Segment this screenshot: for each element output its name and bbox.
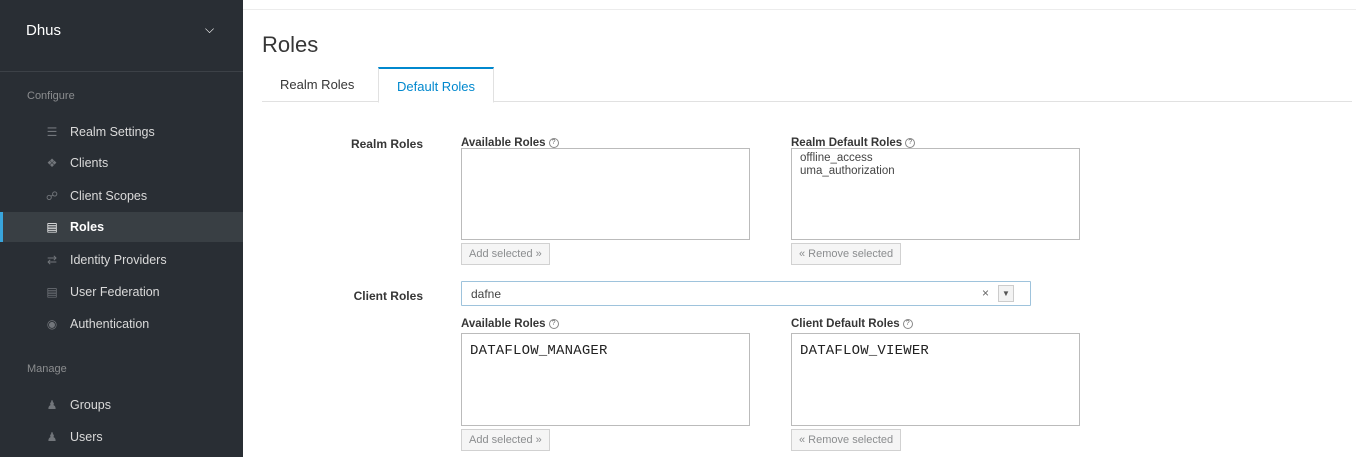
tab-default-roles[interactable]: Default Roles bbox=[378, 67, 495, 103]
page-title: Roles bbox=[262, 32, 319, 57]
sidebar-item-user-federation[interactable]: ▤ User Federation bbox=[0, 277, 243, 307]
sidebar-item-label: Groups bbox=[70, 398, 111, 412]
client-select-value: dafne bbox=[471, 287, 502, 301]
exchange-icon: ⇄ bbox=[46, 253, 58, 267]
sidebar-item-label: User Federation bbox=[70, 285, 160, 299]
sidebar-item-label: Users bbox=[70, 430, 103, 444]
realm-roles-label: Realm Roles bbox=[350, 137, 423, 151]
sidebar-item-users[interactable]: ♟ Users bbox=[0, 422, 243, 452]
database-icon: ▤ bbox=[46, 285, 58, 299]
help-icon[interactable]: ? bbox=[905, 137, 916, 148]
chevron-down-icon: ⌵ bbox=[205, 22, 215, 36]
realm-name: Dhus bbox=[26, 22, 62, 39]
sidebar-item-label: Clients bbox=[70, 156, 109, 170]
client-roles-label: Client Roles bbox=[353, 289, 423, 303]
clear-icon[interactable]: × bbox=[982, 286, 989, 300]
sidebar-item-label: Authentication bbox=[70, 317, 150, 331]
client-available-roles-label: Available Roles? bbox=[461, 318, 559, 330]
list-icon: ▤ bbox=[46, 220, 58, 234]
help-icon[interactable]: ? bbox=[548, 137, 559, 148]
list-item[interactable]: offline_access bbox=[800, 152, 1071, 165]
client-default-roles-label: Client Default Roles? bbox=[791, 318, 913, 330]
sidebar-item-authentication[interactable]: ◉ Authentication bbox=[0, 309, 243, 339]
sidebar: Dhus ⌵ Configure ☰ Realm Settings ❖ Clie… bbox=[0, 0, 243, 457]
realm-add-selected-button[interactable]: Add selected » bbox=[461, 243, 550, 265]
sidebar-item-label: Roles bbox=[70, 220, 105, 234]
user-icon: ♟ bbox=[46, 430, 58, 444]
list-item[interactable]: uma_authorization bbox=[800, 165, 1071, 178]
cube-icon: ❖ bbox=[46, 156, 58, 170]
client-add-selected-button[interactable]: Add selected » bbox=[461, 429, 550, 451]
sidebar-item-label: Realm Settings bbox=[70, 125, 155, 139]
list-item[interactable]: DATAFLOW_VIEWER bbox=[800, 342, 1071, 360]
main-content: Roles Realm Roles Default Roles Realm Ro… bbox=[243, 0, 1356, 457]
bars-icon: ☰ bbox=[46, 125, 58, 139]
share-icon: ☍ bbox=[45, 189, 59, 203]
sidebar-item-clients[interactable]: ❖ Clients bbox=[0, 148, 243, 178]
tab-realm-roles[interactable]: Realm Roles bbox=[262, 67, 372, 102]
sidebar-item-groups[interactable]: ♟ Groups bbox=[0, 390, 243, 420]
list-item[interactable]: DATAFLOW_MANAGER bbox=[470, 342, 741, 360]
help-icon[interactable]: ? bbox=[902, 318, 913, 329]
section-title-configure: Configure bbox=[27, 90, 75, 102]
client-default-roles-list[interactable]: DATAFLOW_VIEWER bbox=[791, 333, 1080, 426]
sidebar-item-label: Identity Providers bbox=[70, 253, 167, 267]
tab-bar: Realm Roles Default Roles bbox=[262, 67, 1352, 103]
section-title-manage: Manage bbox=[27, 363, 67, 375]
chevron-down-icon[interactable]: ▼ bbox=[998, 285, 1014, 302]
realm-remove-selected-button[interactable]: « Remove selected bbox=[791, 243, 902, 265]
sidebar-item-client-scopes[interactable]: ☍ Client Scopes bbox=[0, 181, 243, 211]
help-icon[interactable]: ? bbox=[548, 318, 559, 329]
sidebar-item-roles[interactable]: ▤ Roles bbox=[0, 212, 243, 242]
realm-available-roles-list[interactable] bbox=[461, 148, 750, 240]
client-default-roles-text: Client Default Roles bbox=[791, 318, 900, 330]
sidebar-item-realm-settings[interactable]: ☰ Realm Settings bbox=[0, 117, 243, 147]
client-remove-selected-button[interactable]: « Remove selected bbox=[791, 429, 902, 451]
client-available-roles-text: Available Roles bbox=[461, 318, 546, 330]
divider bbox=[243, 9, 1356, 10]
realm-default-roles-list[interactable]: offline_access uma_authorization bbox=[791, 148, 1080, 240]
sidebar-item-identity-providers[interactable]: ⇄ Identity Providers bbox=[0, 245, 243, 275]
client-select[interactable]: dafne × ▼ bbox=[461, 281, 1031, 306]
client-available-roles-list[interactable]: DATAFLOW_MANAGER bbox=[461, 333, 750, 426]
sidebar-item-label: Client Scopes bbox=[70, 189, 148, 203]
users-icon: ♟ bbox=[46, 398, 58, 412]
realm-selector[interactable]: Dhus ⌵ bbox=[0, 10, 243, 72]
lock-icon: ◉ bbox=[46, 317, 58, 331]
